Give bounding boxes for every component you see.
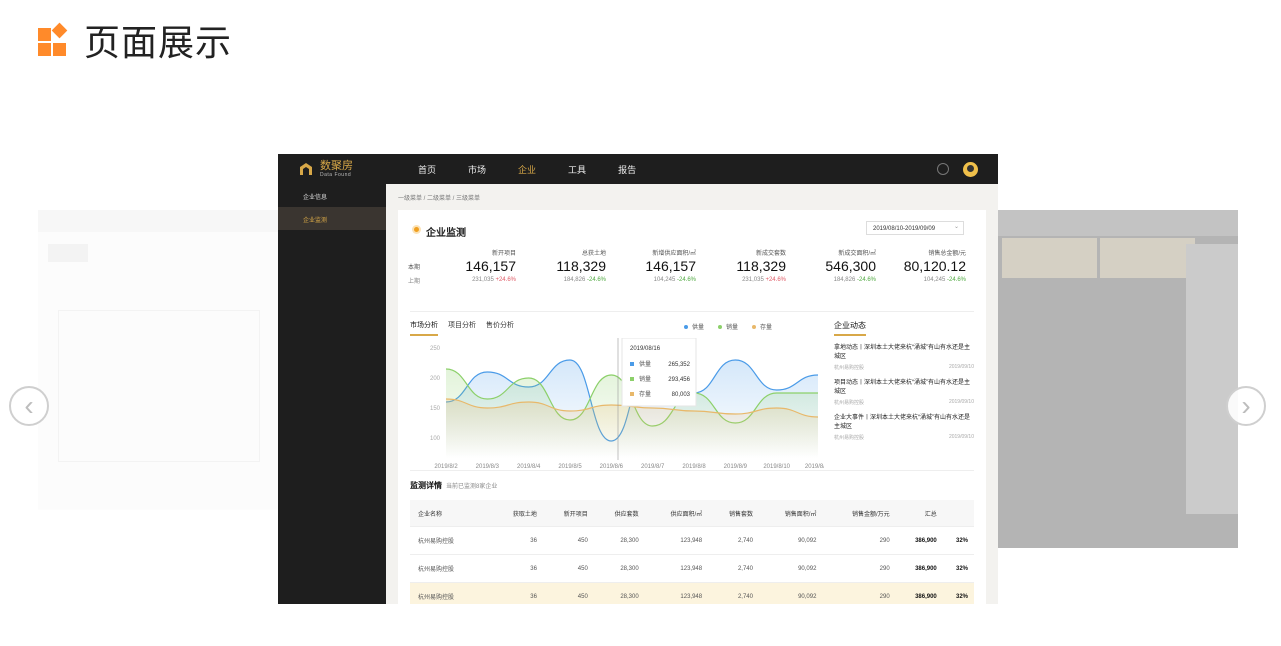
news-title: 企业动态: [834, 320, 866, 336]
tooltip-swatch: [630, 377, 634, 381]
top-nav: 首页 市场 企业 工具 报告: [418, 163, 668, 176]
news-item[interactable]: 拿地动态丨深圳本土大佬来杭“涌城”有山有水还是主城区 杭州易购控股 2019/09…: [834, 344, 974, 371]
table-row[interactable]: 杭州易购控股 36 450 28,300 123,948 2,740 90,092 290 38…: [410, 526, 974, 555]
kpi-header: 新成交套数: [755, 250, 786, 257]
page-title: 页面展示: [84, 22, 233, 63]
tooltip-value: 80,003: [672, 392, 691, 398]
kpi-previous: 104,245 -24.6%: [653, 277, 696, 283]
legend-item[interactable]: 销量: [718, 322, 738, 331]
tooltip-value: 265,352: [668, 362, 690, 368]
sidebar: 企业信息 企业监测: [278, 184, 386, 604]
breadcrumb: 一级菜单 / 二级菜单 / 三级菜单: [398, 196, 481, 202]
x-tick-label: 2019/8/10: [763, 464, 790, 468]
analysis-tabs: 市场分析 项目分析 售价分析: [410, 320, 514, 336]
kpi-row-label: 本期: [408, 264, 421, 271]
nav-item-report[interactable]: 报告: [618, 163, 636, 176]
screenshot-slide: 数聚房 Data Found 首页 市场 企业 工具 报告 企业信息 企业监测 …: [278, 154, 998, 604]
x-tick-label: 2019/8/3: [476, 464, 500, 468]
y-tick-label: 150: [430, 406, 441, 412]
kpi-header: 新开项目: [491, 250, 516, 257]
legend-item[interactable]: 存量: [752, 322, 772, 331]
kpi-table: 新开项目 总获土地 新增供应面积/㎡ 新成交套数 新成交面积/㎡ 销售总金额/元…: [408, 246, 966, 286]
kpi-value: 118,329: [736, 258, 786, 274]
kpi-previous: 104,245 -24.6%: [923, 277, 966, 283]
app-topbar: 数聚房 Data Found 首页 市场 企业 工具 报告: [278, 154, 998, 184]
detail-table: 企业名称 获取土地 新开项目 供应套数 供应面积/㎡ 销售套数 销售面积/㎡ 销售金额/万元汇…: [410, 500, 974, 604]
kpi-value: 146,157: [645, 258, 696, 274]
y-tick-label: 100: [430, 436, 441, 442]
lightbulb-icon[interactable]: [937, 163, 949, 175]
kpi-previous: 231,035 +24.6%: [742, 277, 786, 283]
brand[interactable]: 数聚房 Data Found: [278, 159, 386, 178]
sidebar-item-enterprise-monitor[interactable]: 企业监测: [278, 207, 386, 230]
section-logo-icon: [38, 22, 68, 56]
table-header-row: 企业名称 获取土地 新开项目 供应套数 供应面积/㎡ 销售套数 销售面积/㎡ 销售金额/万元汇…: [410, 500, 974, 527]
x-tick-label: 2019/8/7: [641, 464, 665, 468]
chevron-left-icon: ‹: [24, 390, 34, 421]
kpi-row-label: 上期: [408, 278, 421, 285]
tab-market-analysis[interactable]: 市场分析: [410, 320, 438, 336]
x-tick-label: 2019/8/4: [517, 464, 541, 468]
kpi-header: 新增供应面积/㎡: [652, 250, 696, 257]
nav-item-enterprise[interactable]: 企业: [518, 163, 536, 176]
nav-item-tools[interactable]: 工具: [568, 163, 586, 176]
table-row[interactable]: 杭州易购控股 36 450 28,300 123,948 2,740 90,092 290 38…: [410, 582, 974, 604]
tab-price-analysis[interactable]: 售价分析: [486, 320, 514, 336]
carousel-next-button[interactable]: ›: [1226, 386, 1266, 426]
kpi-previous: 184,826 -24.6%: [563, 277, 606, 283]
kpi-previous: 231,035 +24.6%: [472, 277, 516, 283]
x-tick-label: 2019/8/2: [434, 464, 458, 468]
chart-legend: 供量 销量 存量: [684, 322, 772, 331]
x-tick-label: 2019/8/11: [805, 464, 824, 468]
kpi-header: 总获土地: [581, 250, 606, 257]
y-tick-label: 250: [430, 346, 441, 352]
detail-subtitle: 当前已监测8家企业: [446, 484, 498, 490]
news-panel: 企业动态 拿地动态丨深圳本土大佬来杭“涌城”有山有水还是主城区 杭州易购控股 20…: [834, 320, 974, 449]
card-title: 企业监测: [414, 224, 466, 239]
kpi-header: 新成交面积/㎡: [838, 250, 876, 257]
brand-subtitle: Data Found: [320, 171, 352, 178]
x-tick-label: 2019/8/5: [558, 464, 582, 468]
detail-heading: 监测详情 当前已监测8家企业: [410, 481, 498, 490]
tooltip-label: 销量: [639, 375, 651, 383]
tooltip-swatch: [630, 392, 634, 396]
nav-item-market[interactable]: 市场: [468, 163, 486, 176]
carousel-prev-slide[interactable]: [38, 210, 278, 510]
news-item[interactable]: 项目动态丨深圳本土大佬来杭“涌城”有山有水还是主城区 杭州易购控股 2019/09…: [834, 379, 974, 406]
kpi-value: 146,157: [465, 258, 516, 274]
nav-item-home[interactable]: 首页: [418, 163, 436, 176]
y-tick-label: 200: [430, 376, 441, 382]
kpi-previous: 184,826 -24.6%: [833, 277, 876, 283]
legend-item[interactable]: 供量: [684, 322, 704, 331]
x-tick-label: 2019/8/8: [682, 464, 706, 468]
kpi-value: 546,300: [825, 258, 876, 274]
divider: [410, 311, 974, 312]
sidebar-item-enterprise-info[interactable]: 企业信息: [278, 184, 386, 207]
news-item[interactable]: 企业大事件丨深圳本土大佬来杭“涌城”有山有水还是主城区 杭州易购控股 2019/0…: [834, 414, 974, 441]
monitor-card: 企业监测 2019/08/10-2019/09/09 新开项目 总获土地 新增供…: [398, 210, 986, 604]
tooltip-value: 293,456: [668, 377, 690, 383]
tab-project-analysis[interactable]: 项目分析: [448, 320, 476, 336]
brand-logo-icon: [300, 163, 312, 175]
divider: [410, 470, 974, 471]
date-range-picker[interactable]: 2019/08/10-2019/09/09: [866, 220, 964, 235]
tooltip-label: 供量: [639, 360, 651, 368]
kpi-value: 80,120.12: [903, 258, 966, 274]
table-row[interactable]: 杭州易购控股 36 450 28,300 123,948 2,740 90,092 290 38…: [410, 554, 974, 583]
kpi-header: 销售总金额/元: [928, 250, 966, 257]
market-line-chart[interactable]: 250 200 150 100 2019/8/2 2019/8/3 2019/8/4 2019…: [410, 338, 824, 468]
x-tick-label: 2019/8/9: [724, 464, 748, 468]
tooltip-swatch: [630, 362, 634, 366]
carousel-next-slide[interactable]: [998, 210, 1238, 548]
page-header: 页面展示: [38, 14, 232, 66]
tooltip-label: 存量: [639, 390, 651, 398]
tooltip-date: 2019/08/16: [630, 346, 661, 352]
brand-name: 数聚房: [320, 159, 353, 172]
x-tick-label: 2019/8/6: [600, 464, 624, 468]
carousel-prev-button[interactable]: ‹: [9, 386, 49, 426]
avatar[interactable]: [963, 161, 978, 177]
kpi-value: 118,329: [556, 258, 606, 274]
chevron-right-icon: ›: [1241, 390, 1251, 421]
